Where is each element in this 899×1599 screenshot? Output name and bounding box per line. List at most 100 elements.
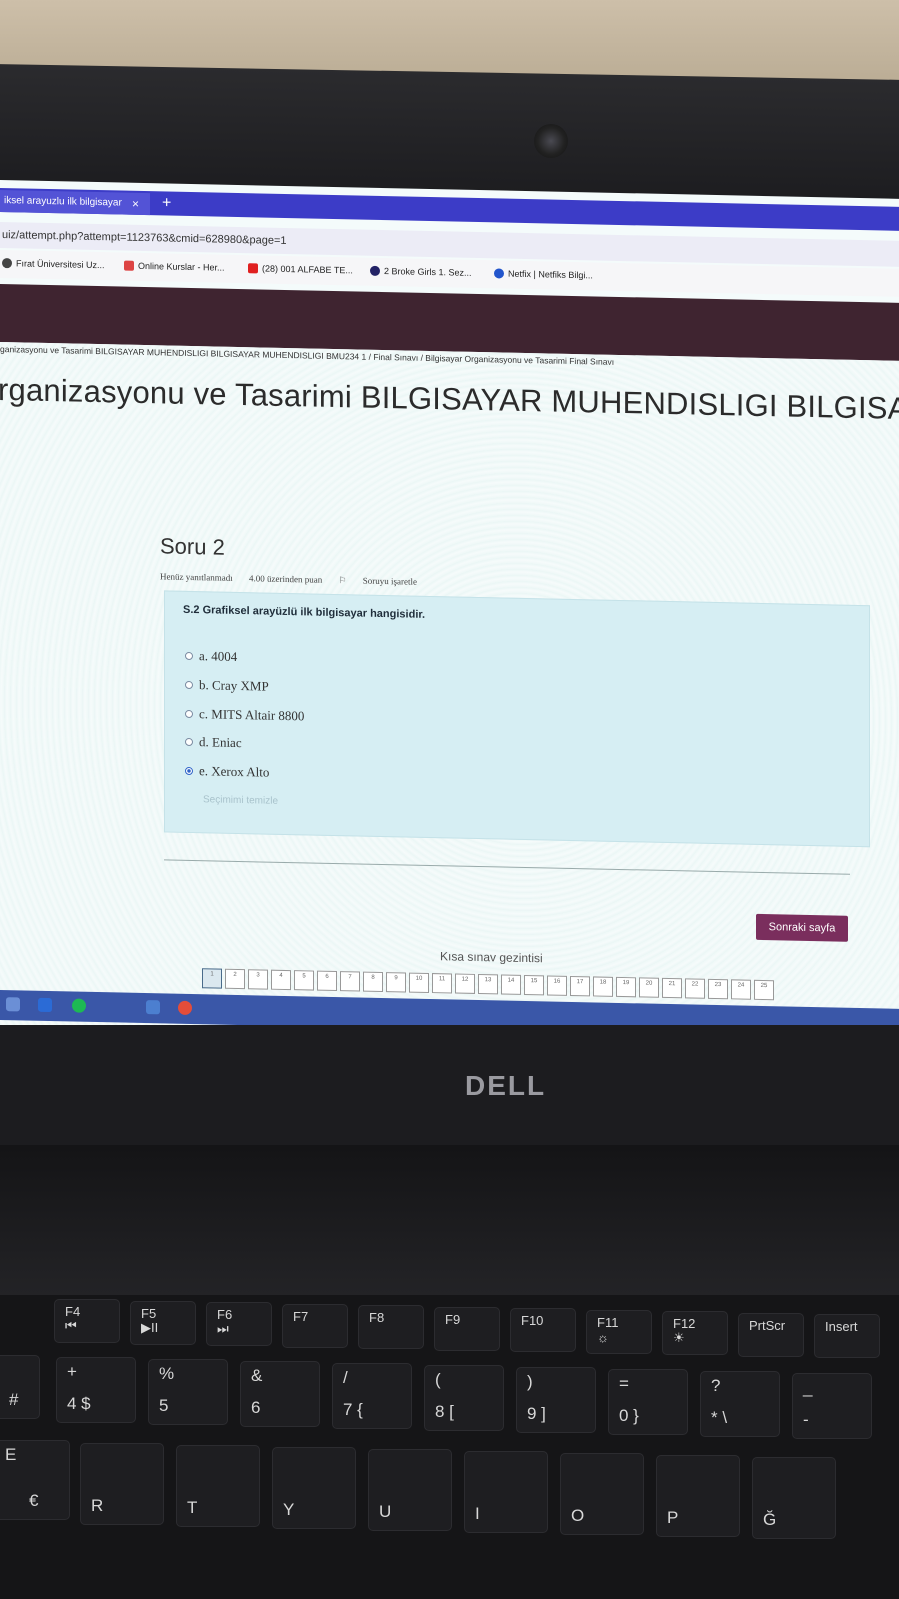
- site-icon: [370, 265, 380, 276]
- quiz-nav-page-button[interactable]: 23: [708, 978, 728, 1000]
- quiz-nav-page-button[interactable]: 2: [225, 968, 245, 990]
- radio-button[interactable]: [185, 709, 193, 719]
- quiz-nav-page-button[interactable]: 19: [616, 976, 636, 998]
- number-key[interactable]: % 5: [148, 1359, 228, 1425]
- number-key[interactable]: _ -: [792, 1373, 872, 1439]
- file-explorer-icon[interactable]: [38, 997, 52, 1013]
- quiz-nav-page-button[interactable]: 22: [685, 978, 705, 999]
- next-page-button[interactable]: Sonraki sayfa: [756, 913, 848, 942]
- letter-key[interactable]: O: [560, 1453, 644, 1535]
- number-key[interactable]: ? * \: [700, 1371, 780, 1437]
- key-label: ⏮: [65, 1318, 77, 1333]
- quiz-nav-page-button[interactable]: 21: [662, 977, 682, 999]
- close-icon[interactable]: ×: [132, 193, 139, 215]
- clear-choice-link[interactable]: Seçimimi temizle: [203, 794, 278, 807]
- function-key[interactable]: F4 ⏮: [54, 1299, 120, 1343]
- quiz-nav-page-button[interactable]: 10: [409, 972, 429, 993]
- quiz-nav-page-button[interactable]: 12: [455, 973, 475, 994]
- quiz-nav-page-button[interactable]: 15: [524, 974, 544, 996]
- quiz-nav-page-button[interactable]: 11: [432, 973, 452, 994]
- quiz-nav-page-button[interactable]: 24: [731, 979, 751, 1000]
- quiz-nav-page-button[interactable]: 7: [340, 971, 360, 992]
- key-top-label: F8: [369, 1310, 385, 1325]
- option-label: c. MITS Altair 8800: [199, 706, 305, 724]
- number-key[interactable]: ) 9 ]: [516, 1367, 596, 1433]
- answer-option[interactable]: b. Cray XMP: [185, 677, 269, 695]
- option-label: b. Cray XMP: [199, 677, 269, 694]
- dell-logo: DELL: [465, 1070, 547, 1101]
- key-top-label: ): [527, 1372, 533, 1391]
- quiz-nav-page-button[interactable]: 18: [593, 976, 613, 997]
- letter-key[interactable]: T: [176, 1445, 260, 1527]
- quiz-nav-page-button[interactable]: 20: [639, 977, 659, 998]
- key-e[interactable]: E €: [0, 1440, 70, 1520]
- bookmark-item[interactable]: Fırat Üniversitesi Uz...: [2, 258, 105, 270]
- key-top-label: F12: [673, 1316, 696, 1331]
- quiz-nav-page-button[interactable]: 25: [754, 979, 774, 1001]
- key-top-label: F4: [65, 1304, 81, 1319]
- radio-button[interactable]: [185, 651, 193, 661]
- chrome-icon[interactable]: [178, 1000, 192, 1016]
- option-label: e. Xerox Alto: [199, 763, 270, 780]
- number-key[interactable]: = 0 }: [608, 1369, 688, 1435]
- radio-button-selected[interactable]: [185, 766, 193, 776]
- radio-button[interactable]: [185, 680, 193, 690]
- function-key[interactable]: F6 ⏭: [206, 1302, 272, 1346]
- quiz-nav-page-button[interactable]: 13: [478, 974, 498, 995]
- number-key[interactable]: & 6: [240, 1361, 320, 1427]
- letter-key[interactable]: Ğ: [752, 1457, 836, 1539]
- key-top-label: F9: [445, 1311, 461, 1327]
- quiz-nav-page-button[interactable]: 1: [202, 968, 222, 989]
- new-tab-button[interactable]: +: [162, 193, 171, 213]
- bookmark-item[interactable]: Online Kurslar - Her...: [124, 260, 225, 273]
- key-label: Ğ: [763, 1510, 777, 1529]
- key-label: ⏭: [217, 1321, 229, 1336]
- letter-key[interactable]: I: [464, 1451, 548, 1533]
- function-key[interactable]: F12 ☀: [662, 1311, 728, 1355]
- function-key[interactable]: F10: [510, 1308, 576, 1352]
- answer-option[interactable]: e. Xerox Alto: [185, 763, 269, 781]
- quiz-nav-page-button[interactable]: 3: [248, 969, 268, 990]
- browser-tab[interactable]: iksel arayuzlu ilk bilgisayar ×: [0, 190, 150, 216]
- number-key[interactable]: / 7 {: [332, 1363, 412, 1429]
- quiz-nav-page-button[interactable]: 4: [271, 969, 291, 991]
- answer-option[interactable]: c. MITS Altair 8800: [185, 706, 304, 725]
- quiz-nav-page-button[interactable]: 14: [501, 974, 521, 995]
- quiz-nav-page-button[interactable]: 17: [570, 975, 590, 997]
- number-key[interactable]: +4 $: [56, 1357, 136, 1423]
- letter-key[interactable]: R: [80, 1443, 164, 1525]
- answer-option[interactable]: a. 4004: [185, 648, 237, 665]
- number-key[interactable]: (8 [: [424, 1365, 504, 1431]
- app-icon[interactable]: [146, 1000, 160, 1015]
- start-icon[interactable]: [6, 997, 20, 1012]
- quiz-nav-page-button[interactable]: 9: [386, 972, 406, 993]
- bookmark-item[interactable]: (28) 001 ALFABE TE...: [248, 263, 353, 275]
- answer-option[interactable]: d. Eniac: [185, 734, 242, 751]
- letter-key[interactable]: U: [368, 1449, 452, 1531]
- spotify-icon[interactable]: [72, 998, 86, 1013]
- bookmark-item[interactable]: Netfix | Netfiks Bilgi...: [494, 268, 593, 280]
- letter-key[interactable]: Y: [272, 1447, 356, 1529]
- key-top-label: &: [251, 1366, 263, 1385]
- function-key[interactable]: PrtScr: [738, 1312, 804, 1357]
- quiz-nav-page-button[interactable]: 6: [317, 970, 337, 992]
- flag-label: Soruyu işaretle: [362, 575, 418, 587]
- function-key[interactable]: Insert: [814, 1314, 880, 1358]
- webcam-icon: [534, 124, 568, 158]
- function-key[interactable]: F5 ▶II: [130, 1300, 196, 1345]
- quiz-nav-page-button[interactable]: 16: [547, 975, 567, 996]
- function-key[interactable]: F9: [434, 1306, 500, 1351]
- option-label: a. 4004: [199, 648, 238, 664]
- key-hash[interactable]: #: [0, 1355, 40, 1419]
- function-key[interactable]: F8: [358, 1305, 424, 1349]
- quiz-nav-page-button[interactable]: 5: [294, 970, 314, 991]
- radio-button[interactable]: [185, 737, 193, 747]
- function-key[interactable]: F11 ☼: [586, 1309, 652, 1354]
- flag-question-link[interactable]: ⚐ Soruyu işaretle: [338, 575, 431, 587]
- key-label: Y: [283, 1500, 295, 1519]
- letter-key[interactable]: P: [656, 1455, 740, 1537]
- key-label: 6: [251, 1398, 261, 1417]
- bookmark-item[interactable]: 2 Broke Girls 1. Sez...: [370, 265, 472, 278]
- function-key[interactable]: F7: [282, 1303, 348, 1348]
- quiz-nav-page-button[interactable]: 8: [363, 971, 383, 993]
